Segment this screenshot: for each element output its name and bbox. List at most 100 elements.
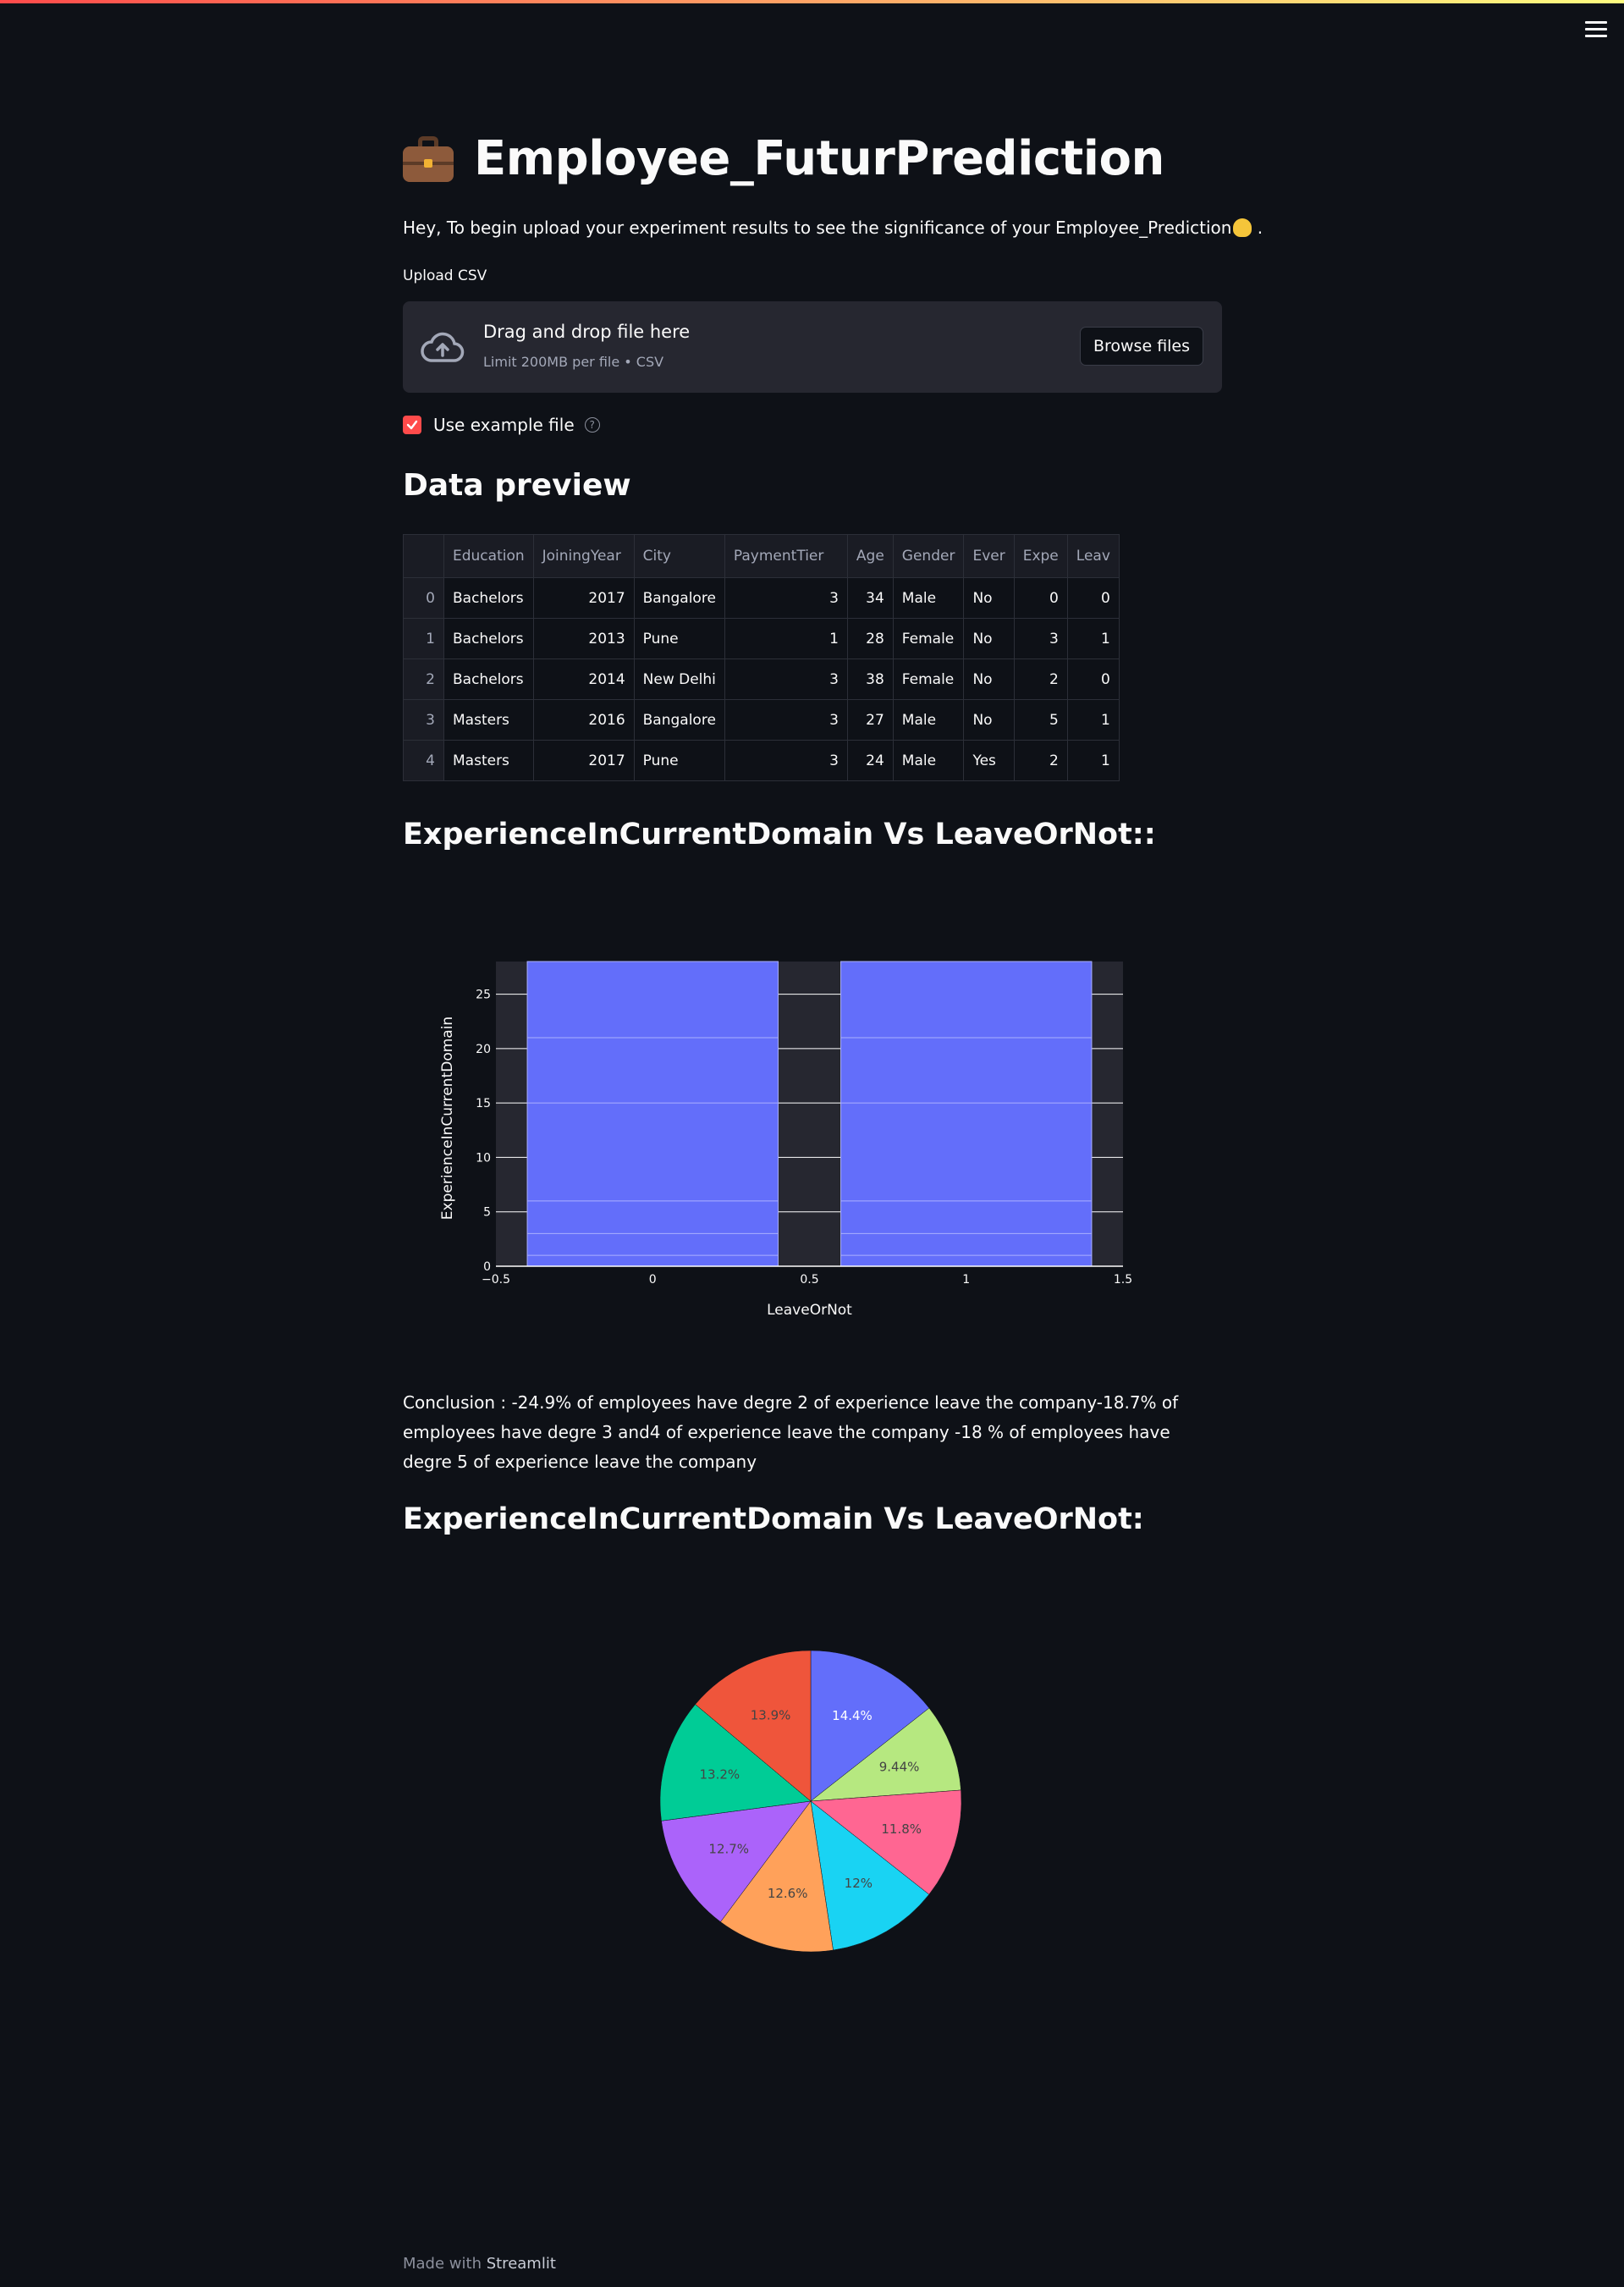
y-tick-label: 20 xyxy=(476,1043,491,1056)
column-header[interactable]: Leav xyxy=(1066,534,1120,578)
conclusion-text: Conclusion : -24.9% of employees have de… xyxy=(403,1392,1179,1472)
browse-files-button[interactable]: Browse files xyxy=(1080,327,1203,366)
column-header[interactable]: JoiningYear xyxy=(532,534,635,578)
pie-slice-label: 13.9% xyxy=(751,1707,791,1722)
page-title-text: Employee_FuturPrediction xyxy=(474,131,1164,186)
bar xyxy=(840,962,1092,1266)
pie-slice-label: 14.4% xyxy=(832,1708,873,1723)
cloud-upload-icon xyxy=(421,332,465,362)
dropzone-limit: Limit 200MB per file • CSV xyxy=(483,354,664,370)
column-header[interactable]: Ever xyxy=(963,534,1015,578)
table-cell: 2017 xyxy=(532,740,635,781)
table-cell: 2013 xyxy=(532,618,635,659)
table-row[interactable]: 0 Bachelors 2017 Bangalore 3 34 Male No 0 0 xyxy=(403,577,1120,619)
table-cell: 27 xyxy=(846,699,894,741)
y-tick-label: 5 xyxy=(483,1206,491,1220)
bar-chart-heading: ExperienceInCurrentDomain Vs LeaveOrNot:… xyxy=(403,818,1156,851)
y-tick-label: 25 xyxy=(476,989,491,1002)
intro-text-end: . xyxy=(1252,218,1263,238)
table-header-row: Education JoiningYear City PaymentTier Age Ge… xyxy=(403,534,1120,578)
table-cell: Masters xyxy=(443,740,534,781)
intro-text-body: Hey, To begin upload your experiment res… xyxy=(403,218,1232,238)
table-cell: 0 xyxy=(1066,577,1120,619)
table-cell: Masters xyxy=(443,699,534,741)
table-cell: Yes xyxy=(963,740,1015,781)
table-cell: Male xyxy=(892,699,965,741)
help-icon[interactable]: ? xyxy=(584,417,600,433)
pie-slice-label: 12% xyxy=(845,1876,873,1891)
table-cell: No xyxy=(963,659,1015,700)
row-index-cell: 1 xyxy=(403,618,444,659)
table-cell: 2 xyxy=(1013,740,1068,781)
table-cell: 2016 xyxy=(532,699,635,741)
pie-slice-label: 13.2% xyxy=(700,1767,740,1783)
table-cell: 2017 xyxy=(532,577,635,619)
table-cell: 2014 xyxy=(532,659,635,700)
x-tick-label: 0 xyxy=(649,1273,657,1287)
column-header[interactable]: Age xyxy=(846,534,894,578)
pie-chart[interactable]: 14.4% 9.44% 11.8% 12% 12.6% 12.7% 13.2% 13.9% xyxy=(643,1634,982,1972)
pie-slice-label: 11.8% xyxy=(881,1821,922,1837)
pie-slice-label: 12.6% xyxy=(768,1886,808,1901)
table-cell: Bangalore xyxy=(633,577,725,619)
table-row[interactable]: 3 Masters 2016 Bangalore 3 27 Male No 5 1 xyxy=(403,699,1120,741)
table-cell: 1 xyxy=(1066,699,1120,741)
x-tick-label: 0.5 xyxy=(800,1273,818,1287)
table-cell: Pune xyxy=(633,618,725,659)
upload-label: Upload CSV xyxy=(403,267,487,284)
table-cell: No xyxy=(963,699,1015,741)
table-row[interactable]: 2 Bachelors 2014 New Delhi 3 38 Female No 2 0 xyxy=(403,659,1120,700)
top-decoration-bar xyxy=(0,0,1624,3)
column-header[interactable]: Gender xyxy=(892,534,965,578)
pie-slice-label: 12.7% xyxy=(708,1842,749,1857)
column-header[interactable]: PaymentTier xyxy=(724,534,848,578)
table-cell: 1 xyxy=(1066,740,1120,781)
x-tick-label: 1 xyxy=(962,1273,970,1287)
row-index-cell: 4 xyxy=(403,740,444,781)
table-cell: 1 xyxy=(724,618,848,659)
table-cell: 5 xyxy=(1013,699,1068,741)
table-cell: 3 xyxy=(724,659,848,700)
hamburger-menu-icon[interactable] xyxy=(1583,17,1609,42)
table-cell: Bachelors xyxy=(443,659,534,700)
y-axis-label: ExperienceInCurrentDomain xyxy=(439,1017,456,1220)
y-tick-label: 0 xyxy=(483,1260,491,1274)
table-cell: 3 xyxy=(724,577,848,619)
table-cell: 2 xyxy=(1013,659,1068,700)
table-row[interactable]: 4 Masters 2017 Pune 3 24 Male Yes 2 1 xyxy=(403,740,1120,781)
use-example-label: Use example file xyxy=(433,415,575,435)
table-cell: Male xyxy=(892,740,965,781)
table-cell: 28 xyxy=(846,618,894,659)
table-cell: No xyxy=(963,577,1015,619)
use-example-checkbox-row[interactable]: Use example file ? xyxy=(403,415,600,435)
index-header[interactable] xyxy=(403,534,444,578)
file-dropzone[interactable]: Drag and drop file here Limit 200MB per … xyxy=(403,301,1222,393)
row-index-cell: 2 xyxy=(403,659,444,700)
table-cell: 38 xyxy=(846,659,894,700)
column-header[interactable]: Education xyxy=(443,534,534,578)
pie-slice-label: 9.44% xyxy=(879,1759,920,1774)
table-cell: Bangalore xyxy=(633,699,725,741)
table-cell: Female xyxy=(892,618,965,659)
bar-chart[interactable]: 0510152025−0.5 0 0.5 1 1.5LeaveOrNotExperien… xyxy=(403,931,1164,1329)
y-tick-label: 15 xyxy=(476,1097,491,1110)
footer-streamlit-link[interactable]: Streamlit xyxy=(487,2255,556,2273)
briefcase-icon xyxy=(403,135,454,184)
table-cell: Male xyxy=(892,577,965,619)
table-cell: 3 xyxy=(724,699,848,741)
data-preview-table[interactable]: Education JoiningYear City PaymentTier Age Ge… xyxy=(403,534,1120,781)
column-header[interactable]: City xyxy=(633,534,725,578)
table-cell: 24 xyxy=(846,740,894,781)
bar xyxy=(527,962,779,1266)
table-row[interactable]: 1 Bachelors 2013 Pune 1 28 Female No 3 1 xyxy=(403,618,1120,659)
intro-text: Hey, To begin upload your experiment res… xyxy=(403,218,1263,238)
x-tick-label: −0.5 xyxy=(482,1273,510,1287)
checkbox-checked-icon[interactable] xyxy=(403,416,421,434)
x-axis-label: LeaveOrNot xyxy=(767,1302,852,1319)
x-tick-label: 1.5 xyxy=(1114,1273,1132,1287)
table-cell: Female xyxy=(892,659,965,700)
row-index-cell: 3 xyxy=(403,699,444,741)
data-preview-heading: Data preview xyxy=(403,468,631,503)
column-header[interactable]: Expe xyxy=(1013,534,1068,578)
table-cell: 3 xyxy=(724,740,848,781)
